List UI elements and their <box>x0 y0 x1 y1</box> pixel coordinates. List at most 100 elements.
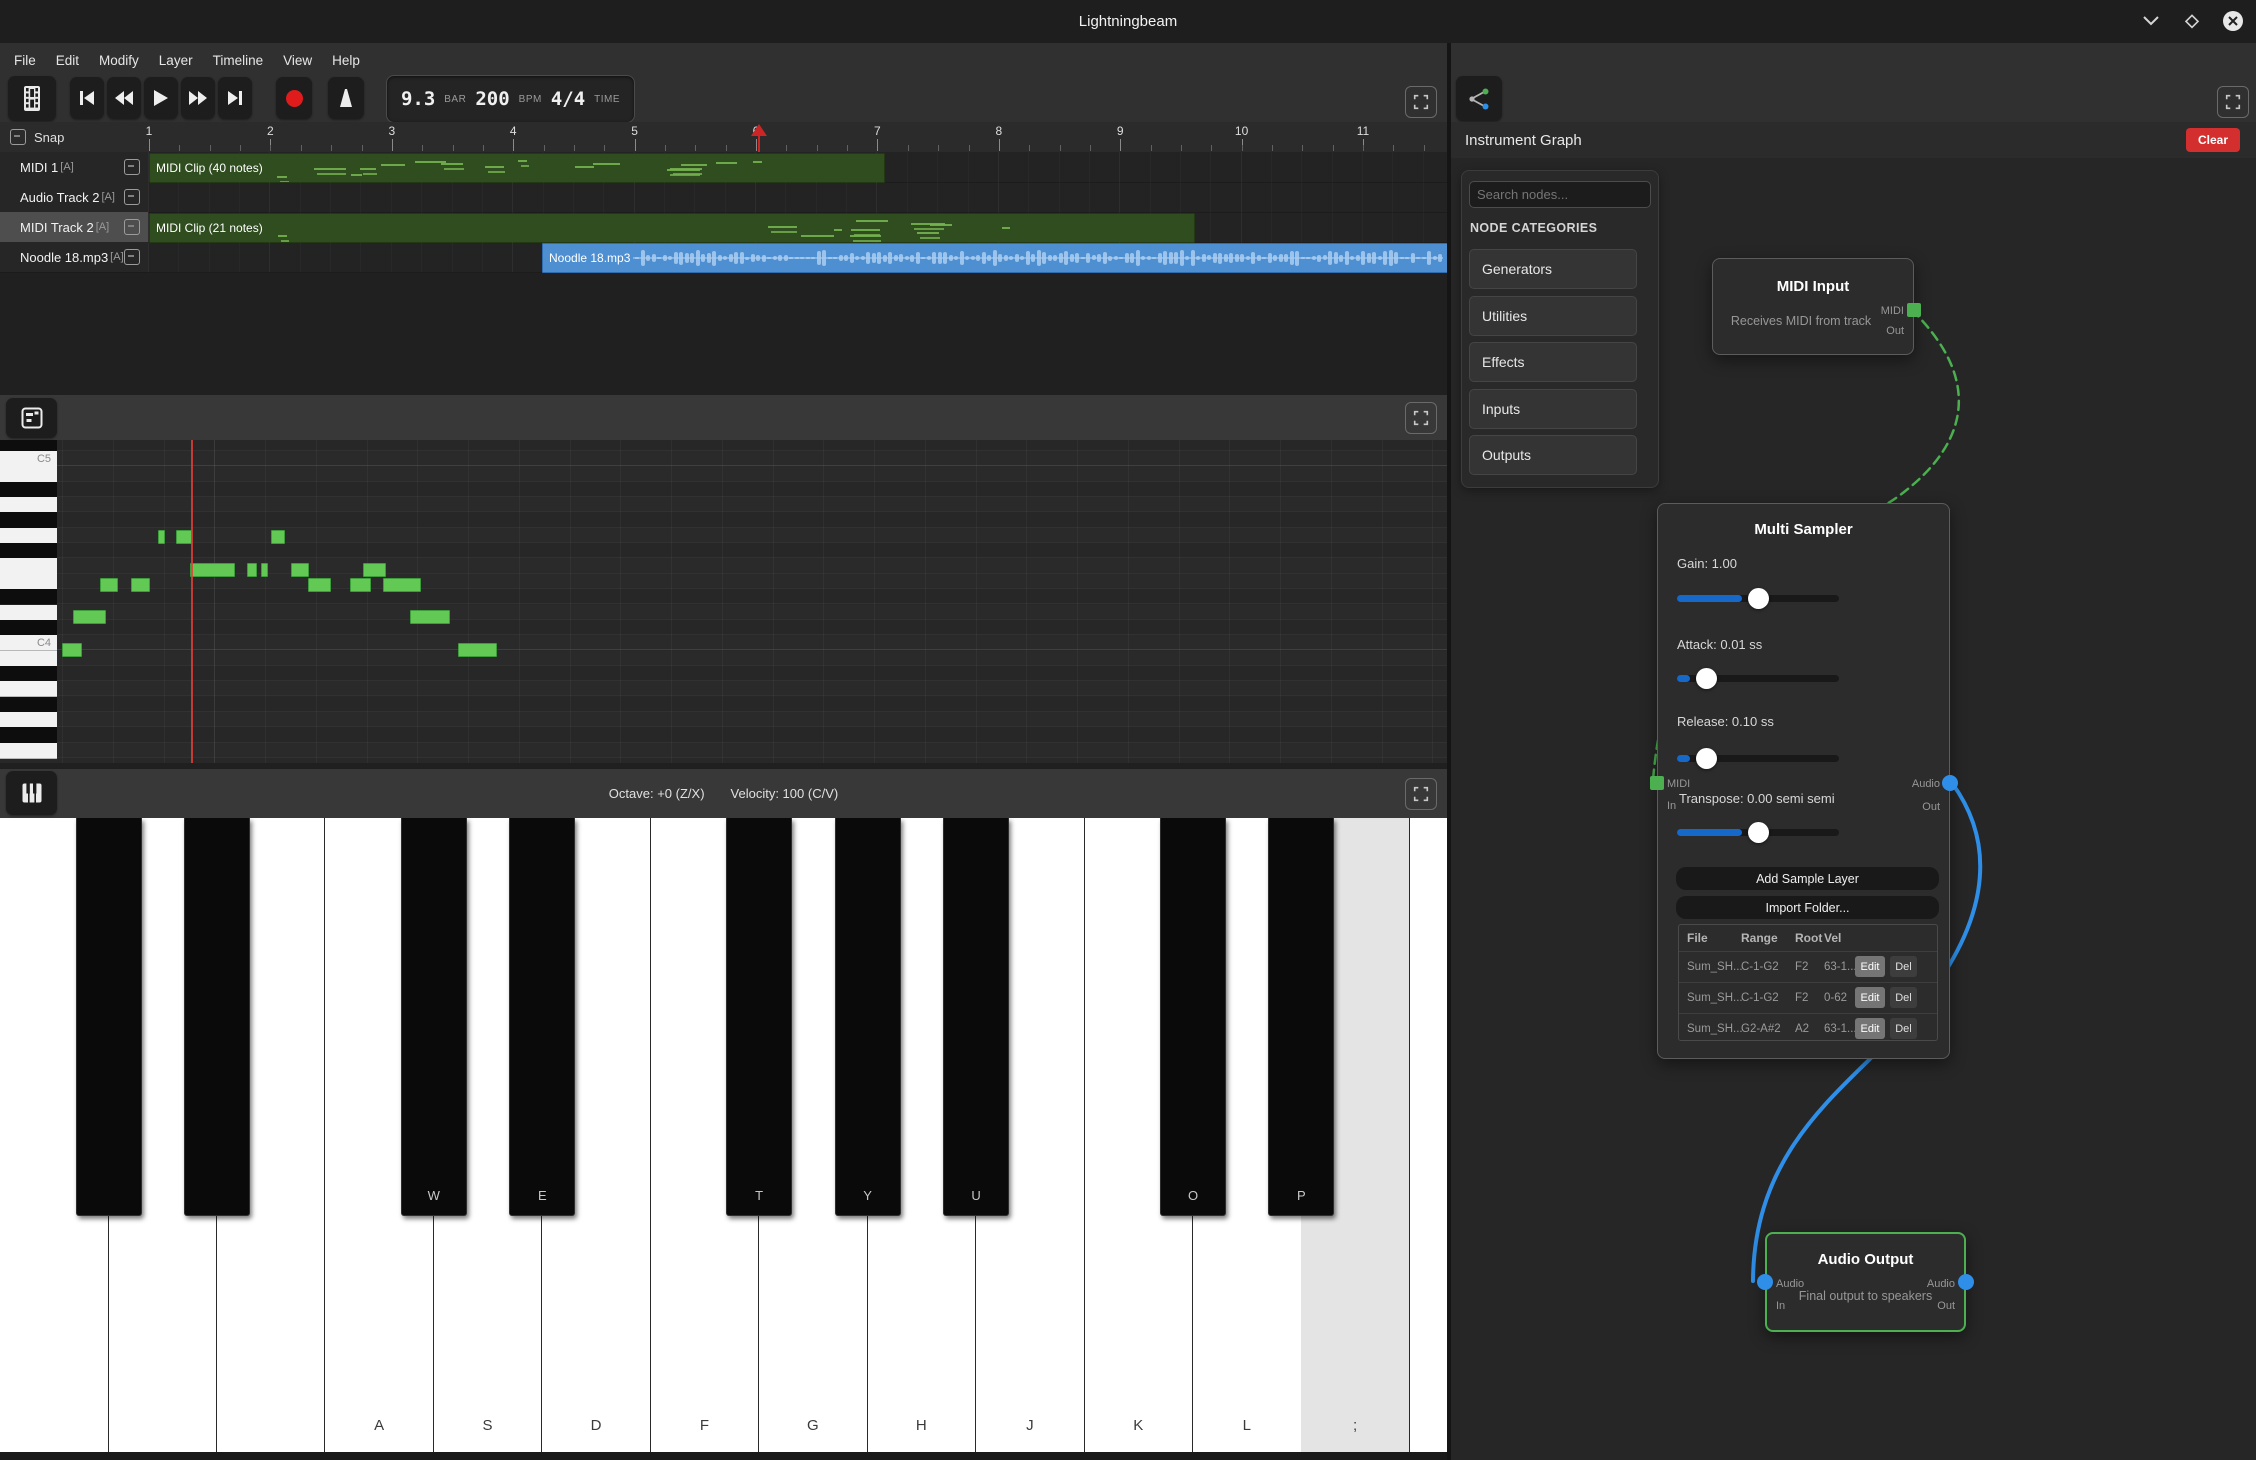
piano-roll-key[interactable] <box>0 512 57 528</box>
black-key-U[interactable]: U <box>943 818 1009 1216</box>
snap-checkbox[interactable] <box>10 129 26 145</box>
add-sample-layer-button[interactable]: Add Sample Layer <box>1676 867 1939 890</box>
menu-item-file[interactable]: File <box>4 45 46 75</box>
piano-roll-key[interactable] <box>0 697 57 713</box>
category-generators[interactable]: Generators <box>1469 249 1637 289</box>
piano-roll-key[interactable] <box>0 681 57 697</box>
piano-roll-expand-button[interactable] <box>1405 402 1437 434</box>
white-key-13[interactable] <box>1410 818 1447 1452</box>
category-inputs[interactable]: Inputs <box>1469 389 1637 429</box>
transpose-slider[interactable] <box>1677 829 1839 836</box>
piano-roll-key[interactable] <box>0 482 57 498</box>
midi-in-port[interactable] <box>1650 776 1664 790</box>
black-key-2[interactable] <box>184 818 250 1216</box>
delete-layer-button[interactable]: Del <box>1890 987 1917 1008</box>
midi-note[interactable] <box>62 643 82 657</box>
midi-out-port[interactable] <box>1907 303 1921 317</box>
film-timeline-button[interactable] <box>8 76 56 121</box>
track-header-midi-track-2[interactable]: MIDI Track 2[A] <box>0 212 148 243</box>
search-input[interactable] <box>1469 181 1651 208</box>
close-icon[interactable] <box>2220 8 2246 34</box>
menu-item-view[interactable]: View <box>273 45 322 75</box>
piano-roll-key[interactable] <box>0 620 57 636</box>
track-checkbox[interactable] <box>124 159 140 175</box>
piano-roll-key[interactable] <box>0 605 57 621</box>
midi-note[interactable] <box>458 643 497 657</box>
audio-out-port[interactable] <box>1942 775 1958 791</box>
piano-roll-grid[interactable]: C5C4 <box>0 440 1447 763</box>
menu-item-modify[interactable]: Modify <box>89 45 149 75</box>
midi-note[interactable] <box>247 563 257 577</box>
timeline-expand-button[interactable] <box>1405 86 1437 118</box>
audio-clip[interactable]: Noodle 18.mp3 <box>542 243 1449 273</box>
track-checkbox[interactable] <box>124 219 140 235</box>
midi-note[interactable] <box>291 563 309 577</box>
metronome-button[interactable] <box>328 77 364 119</box>
gain-slider[interactable] <box>1677 595 1839 602</box>
piano-roll-key[interactable] <box>0 743 57 759</box>
black-key-E[interactable]: E <box>509 818 575 1216</box>
piano-roll-key[interactable] <box>0 558 57 574</box>
track-checkbox[interactable] <box>124 249 140 265</box>
black-key-W[interactable]: W <box>401 818 467 1216</box>
track-header-midi-1[interactable]: MIDI 1[A] <box>0 152 148 183</box>
midi-note[interactable] <box>410 610 450 624</box>
release-slider[interactable] <box>1677 755 1839 762</box>
track-lane[interactable] <box>148 182 1447 213</box>
menu-item-help[interactable]: Help <box>322 45 370 75</box>
piano-roll-tab-button[interactable] <box>6 398 57 438</box>
piano-roll-key[interactable] <box>0 727 57 743</box>
midi-note[interactable] <box>261 563 268 577</box>
timeline-ruler[interactable]: 1234567891011 <box>0 122 1447 153</box>
menu-item-layer[interactable]: Layer <box>149 45 203 75</box>
midi-clip[interactable]: MIDI Clip (40 notes) <box>149 153 885 183</box>
menu-item-edit[interactable]: Edit <box>46 45 89 75</box>
piano-roll-key[interactable] <box>0 528 57 544</box>
track-checkbox[interactable] <box>124 189 140 205</box>
midi-input-node[interactable]: MIDI Input Receives MIDI from track MIDI… <box>1712 258 1914 355</box>
piano-roll-key[interactable] <box>0 543 57 559</box>
skip-end-button[interactable] <box>218 77 252 119</box>
instrument-graph-tab-button[interactable] <box>1456 76 1502 121</box>
piano-roll-key[interactable] <box>0 651 57 667</box>
graph-expand-button[interactable] <box>2217 86 2249 118</box>
rewind-button[interactable] <box>107 77 141 119</box>
piano-roll-key[interactable] <box>0 574 57 590</box>
midi-note[interactable] <box>131 578 150 592</box>
edit-layer-button[interactable]: Edit <box>1855 1018 1885 1039</box>
edit-layer-button[interactable]: Edit <box>1855 987 1885 1008</box>
midi-note[interactable] <box>363 563 386 577</box>
delete-layer-button[interactable]: Del <box>1890 1018 1917 1039</box>
category-utilities[interactable]: Utilities <box>1469 296 1637 336</box>
piano-roll-key[interactable]: C5 <box>0 451 57 467</box>
midi-note[interactable] <box>308 578 331 592</box>
midi-note[interactable] <box>190 563 235 577</box>
attack-slider[interactable] <box>1677 675 1839 682</box>
category-outputs[interactable]: Outputs <box>1469 435 1637 475</box>
midi-note[interactable] <box>271 530 285 544</box>
audio-output-node[interactable]: Audio Output Final output to speakers Au… <box>1765 1232 1966 1332</box>
black-key-1[interactable] <box>76 818 142 1216</box>
audio-in-port[interactable] <box>1757 1274 1773 1290</box>
multi-sampler-node[interactable]: Multi Sampler Gain: 1.00 Attack: 0.01 ss… <box>1657 503 1950 1059</box>
piano-roll-key[interactable] <box>0 666 57 682</box>
maximize-icon[interactable] <box>2179 8 2205 34</box>
record-button[interactable] <box>276 77 312 119</box>
clear-graph-button[interactable]: Clear <box>2186 128 2240 152</box>
midi-note[interactable] <box>73 610 106 624</box>
virtual-keyboard[interactable]: ASDFGHJKL;WETYUOP <box>0 818 1447 1452</box>
audio-out-port[interactable] <box>1958 1274 1974 1290</box>
fast-forward-button[interactable] <box>181 77 215 119</box>
delete-layer-button[interactable]: Del <box>1890 956 1917 977</box>
midi-note[interactable] <box>158 530 165 544</box>
black-key-O[interactable]: O <box>1160 818 1226 1216</box>
piano-roll-key[interactable] <box>0 712 57 728</box>
menu-item-timeline[interactable]: Timeline <box>203 45 274 75</box>
keyboard-expand-button[interactable] <box>1405 778 1437 810</box>
track-lane[interactable]: MIDI Clip (21 notes) <box>148 212 1447 243</box>
black-key-P[interactable]: P <box>1268 818 1334 1216</box>
black-key-T[interactable]: T <box>726 818 792 1216</box>
import-folder-button[interactable]: Import Folder... <box>1676 896 1939 919</box>
track-header-noodle-18-mp3[interactable]: Noodle 18.mp3[A] <box>0 242 148 273</box>
track-header-audio-track-2[interactable]: Audio Track 2[A] <box>0 182 148 213</box>
